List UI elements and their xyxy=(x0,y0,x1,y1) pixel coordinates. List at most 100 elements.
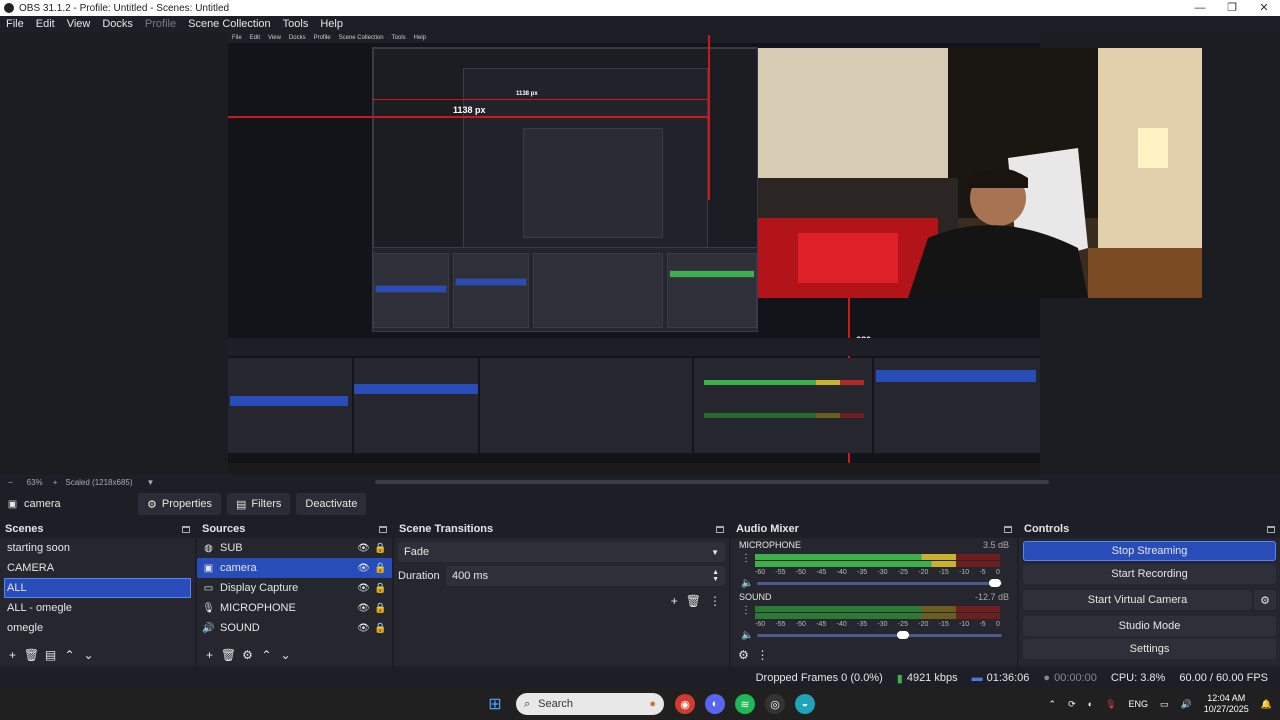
move-down-icon[interactable]: ⌄ xyxy=(278,647,293,662)
move-down-icon[interactable]: ⌄ xyxy=(81,647,96,662)
close-button[interactable]: ✕ xyxy=(1248,0,1280,16)
more-options-icon[interactable]: ⋮ xyxy=(741,605,751,616)
monitor-icon: ▭ xyxy=(203,582,214,594)
menu-file[interactable]: File xyxy=(6,18,24,30)
sources-dock: Sources ◍ SUB 👁 🔒 ▣ camera 👁 🔒 ▭ Display… xyxy=(197,520,392,666)
sync-icon[interactable]: ⟳ xyxy=(1068,699,1076,710)
menu-edit[interactable]: Edit xyxy=(36,18,55,30)
source-name: SOUND xyxy=(220,622,260,634)
stop-streaming-button[interactable]: Stop Streaming xyxy=(1023,541,1276,561)
volume-slider[interactable] xyxy=(757,631,1002,639)
minimize-button[interactable]: — xyxy=(1184,0,1216,16)
properties-button[interactable]: ⚙ Properties xyxy=(138,493,222,515)
source-settings-icon[interactable]: ⚙ xyxy=(240,647,255,662)
add-source-icon[interactable]: + xyxy=(202,647,217,662)
eye-icon[interactable]: 👁 xyxy=(357,543,370,554)
source-item[interactable]: 🎙 MICROPHONE 👁 🔒 xyxy=(197,598,392,618)
more-options-icon[interactable]: ⋮ xyxy=(709,594,721,608)
duration-input[interactable]: 400 ms ▲ ▼ xyxy=(446,566,725,586)
menu-profile[interactable]: Profile xyxy=(145,18,176,30)
volume-slider-handle[interactable] xyxy=(989,579,1001,587)
maximize-button[interactable]: ❐ xyxy=(1216,0,1248,16)
scene-item-selected[interactable]: ALL xyxy=(4,578,191,598)
scene-item[interactable]: ALL - omegle xyxy=(0,598,195,618)
lock-icon[interactable]: 🔒 xyxy=(374,563,386,574)
taskbar-search[interactable]: ⌕ Search ● xyxy=(516,693,664,715)
spotify-icon[interactable]: ≋ xyxy=(735,694,755,714)
dock-float-icon[interactable] xyxy=(1004,525,1012,533)
zoom-out-button[interactable]: − xyxy=(8,478,13,487)
volume-slider[interactable] xyxy=(757,579,1002,587)
preview-area[interactable]: File Edit View Docks Profile Scene Colle… xyxy=(0,32,1280,475)
remove-scene-icon[interactable]: 🗑 xyxy=(24,647,39,662)
menu-view[interactable]: View xyxy=(67,18,91,30)
lock-icon[interactable]: 🔒 xyxy=(374,623,386,634)
source-item[interactable]: ▭ Display Capture 👁 🔒 xyxy=(197,578,392,598)
chrome-icon[interactable]: ◉ xyxy=(675,694,695,714)
chevron-up-icon[interactable]: ⌃ xyxy=(1049,699,1057,710)
dock-float-icon[interactable] xyxy=(182,525,190,533)
discord-icon[interactable]: ◐ xyxy=(705,694,725,714)
volume-slider-handle[interactable] xyxy=(897,631,909,639)
scene-item[interactable]: omegle xyxy=(0,618,195,638)
remove-transition-icon[interactable]: 🗑 xyxy=(686,594,701,608)
language-indicator[interactable]: ENG xyxy=(1128,699,1148,709)
speaker-icon[interactable]: 🔈 xyxy=(741,578,753,589)
eye-icon[interactable]: 👁 xyxy=(357,603,370,614)
nested-menu-item: Profile xyxy=(313,35,331,41)
more-options-icon[interactable]: ⋮ xyxy=(741,553,751,564)
notification-bell-icon[interactable]: 🔔 xyxy=(1261,699,1272,710)
remove-source-icon[interactable]: 🗑 xyxy=(221,647,236,662)
settings-button[interactable]: Settings xyxy=(1023,639,1276,659)
discord-tray-icon[interactable]: ◐ xyxy=(1088,699,1093,709)
preview-horizontal-scrollbar[interactable] xyxy=(375,480,1049,484)
microphone-tray-icon[interactable]: 🎙 xyxy=(1105,699,1116,710)
source-item[interactable]: ◍ SUB 👁 🔒 xyxy=(197,538,392,558)
source-item[interactable]: 🔊 SOUND 👁 🔒 xyxy=(197,618,392,638)
scene-item[interactable]: CAMERA xyxy=(0,558,195,578)
eye-icon[interactable]: 👁 xyxy=(357,583,370,594)
audio-channel-sound: SOUND -12.7 dB ⋮ -60 -55 -50 -45 -40 -35 -30 -2… xyxy=(735,590,1013,642)
speaker-icon[interactable]: 🔈 xyxy=(741,630,753,641)
zoom-in-button[interactable]: + xyxy=(53,478,58,487)
deactivate-button[interactable]: Deactivate xyxy=(296,493,367,515)
move-up-icon[interactable]: ⌃ xyxy=(62,647,77,662)
virtual-camera-settings-icon[interactable]: ⚙ xyxy=(1254,590,1276,610)
studio-mode-button[interactable]: Studio Mode xyxy=(1023,616,1276,636)
more-options-icon[interactable]: ⋮ xyxy=(755,647,770,662)
lock-icon[interactable]: 🔒 xyxy=(374,543,386,554)
menu-scene-collection[interactable]: Scene Collection xyxy=(188,18,271,30)
scene-item[interactable]: starting soon xyxy=(0,538,195,558)
zoom-dropdown-icon[interactable]: ▼ xyxy=(147,478,155,487)
taskbar-clock[interactable]: 12:04 AM 10/27/2025 xyxy=(1204,693,1249,715)
transition-type-select[interactable]: Fade ▼ xyxy=(398,542,725,562)
clock-date: 10/27/2025 xyxy=(1203,704,1249,714)
bitrate-status: ▮ 4921 kbps xyxy=(897,672,958,685)
filters-button[interactable]: ▤ Filters xyxy=(227,493,291,515)
dock-float-icon[interactable] xyxy=(716,525,724,533)
network-icon[interactable]: ▭ xyxy=(1160,699,1169,710)
menu-help[interactable]: Help xyxy=(320,18,343,30)
menu-tools[interactable]: Tools xyxy=(283,18,309,30)
channel-name: MICROPHONE xyxy=(739,540,802,550)
start-virtual-camera-button[interactable]: Start Virtual Camera xyxy=(1023,590,1252,610)
lock-icon[interactable]: 🔒 xyxy=(374,583,386,594)
dock-float-icon[interactable] xyxy=(1267,525,1275,533)
advanced-audio-icon[interactable]: ⚙ xyxy=(736,647,751,662)
eye-icon[interactable]: 👁 xyxy=(357,563,370,574)
spinner-icon[interactable]: ▲ ▼ xyxy=(712,569,719,583)
start-recording-button[interactable]: Start Recording xyxy=(1023,564,1276,584)
add-scene-icon[interactable]: + xyxy=(5,647,20,662)
menu-docks[interactable]: Docks xyxy=(102,18,133,30)
edge-icon[interactable]: ◒ xyxy=(795,694,815,714)
source-item-selected[interactable]: ▣ camera 👁 🔒 xyxy=(197,558,392,578)
obs-taskbar-icon[interactable]: ◎ xyxy=(765,694,785,714)
windows-start-icon[interactable]: ⊞ xyxy=(485,694,505,714)
scene-filters-icon[interactable]: ▤ xyxy=(43,647,58,662)
add-transition-icon[interactable]: + xyxy=(671,594,678,608)
eye-icon[interactable]: 👁 xyxy=(357,623,370,634)
dock-float-icon[interactable] xyxy=(379,525,387,533)
lock-icon[interactable]: 🔒 xyxy=(374,603,386,614)
move-up-icon[interactable]: ⌃ xyxy=(259,647,274,662)
volume-tray-icon[interactable]: 🔊 xyxy=(1181,699,1192,710)
